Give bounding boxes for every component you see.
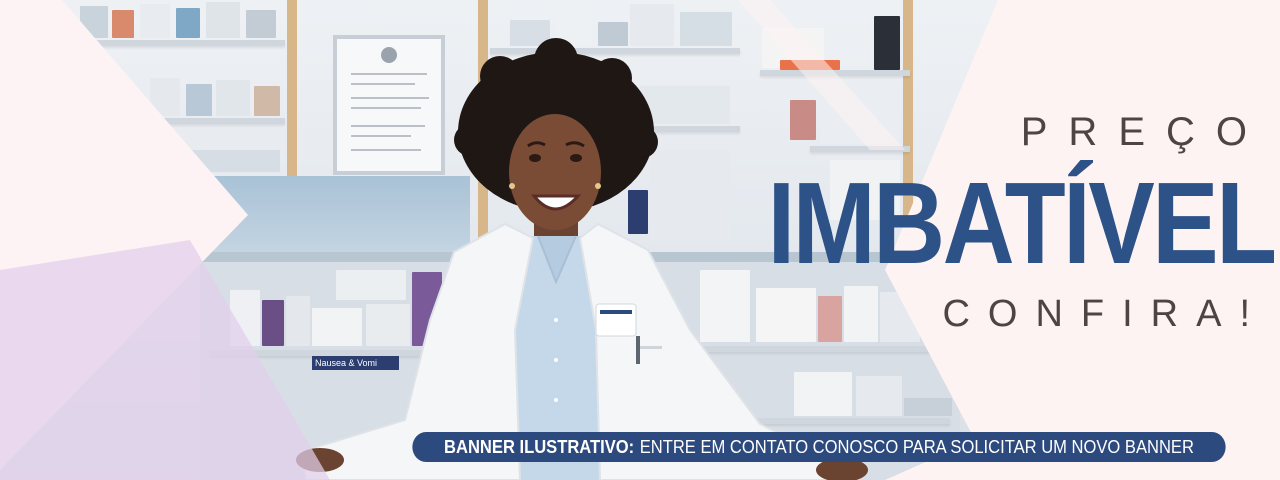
notice-lead: BANNER ILUSTRATIVO: [444,436,635,457]
promo-banner: Nausea & Vomi PREÇO IMBATÍVEL CONFIRA! B… [0,0,1280,480]
face [509,114,601,230]
illustrative-banner-notice: BANNER ILUSTRATIVO: ENTRE EM CONTATO CON… [412,432,1226,462]
headline-main: IMBATÍVEL [767,158,1277,288]
name-badge [595,303,637,337]
notice-text: ENTRE EM CONTATO CONOSCO PARA SOLICITAR … [639,436,1194,457]
headline-kicker: PREÇO [1020,110,1268,154]
pen [636,336,640,364]
headline-cta: CONFIRA! [942,293,1268,335]
